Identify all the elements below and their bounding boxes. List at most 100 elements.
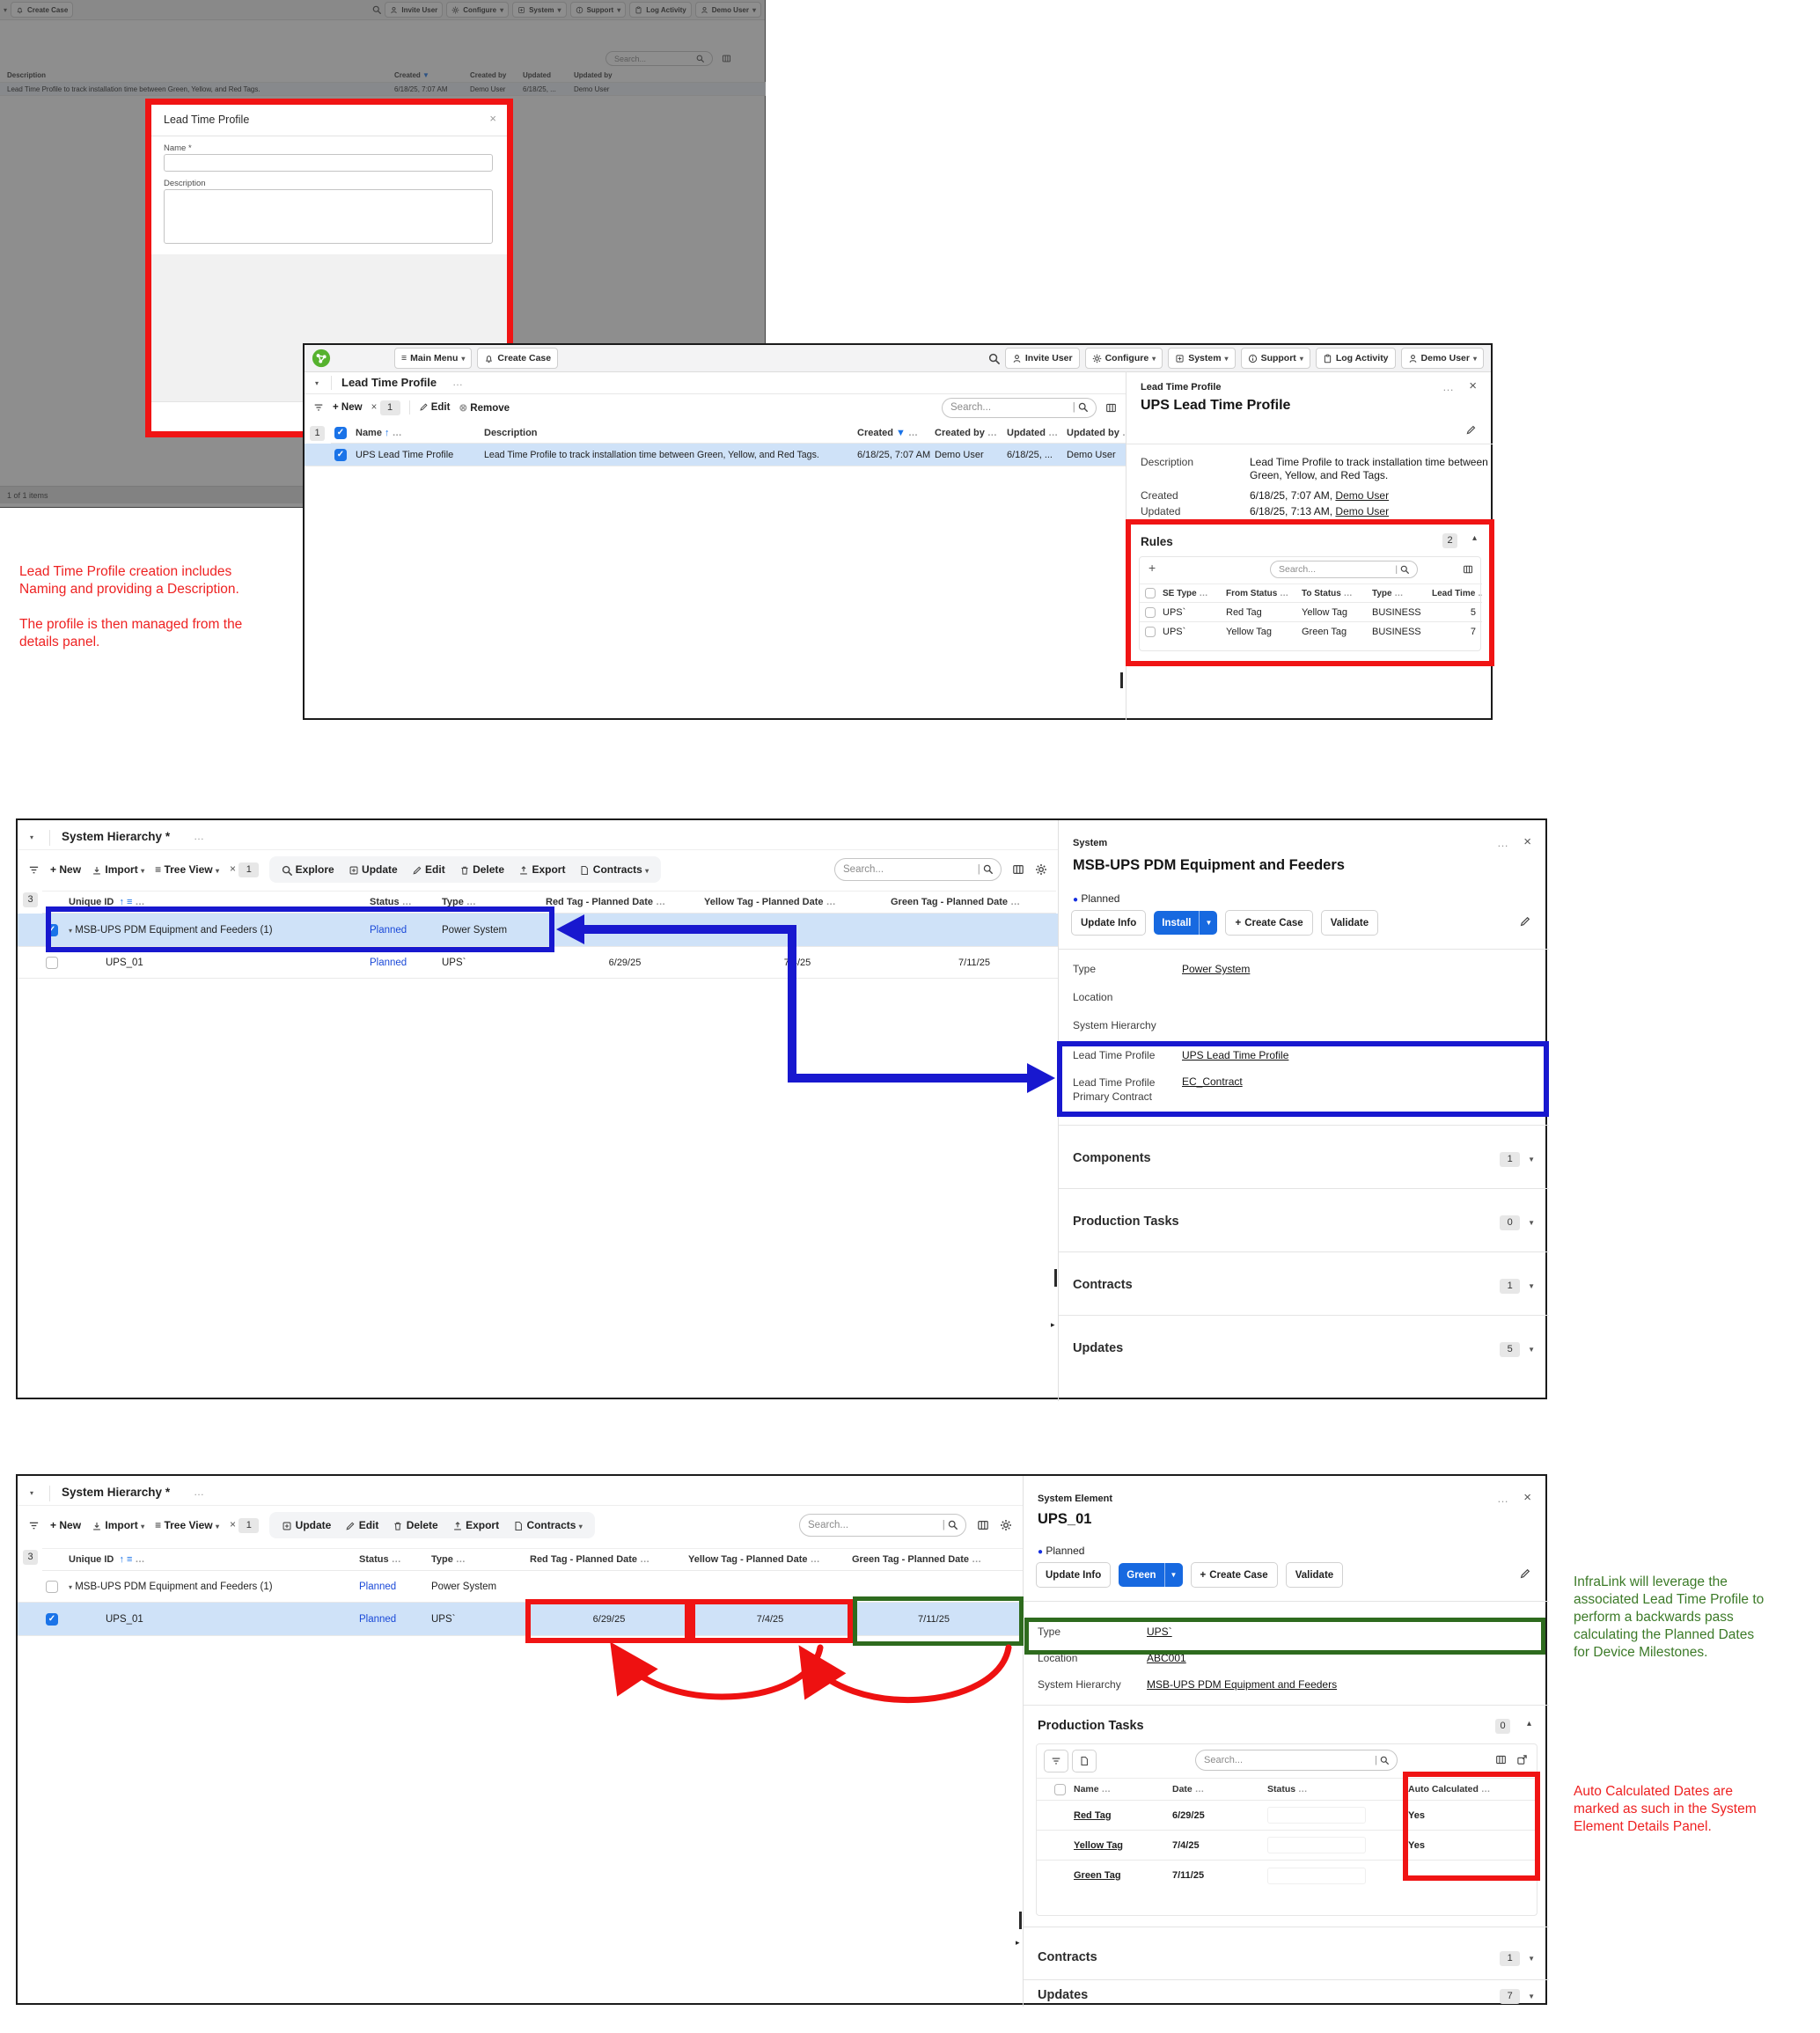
more-icon[interactable]: …	[1442, 380, 1454, 393]
col-green-tag-date[interactable]: Green Tag - Planned Date …	[891, 897, 1056, 907]
columns-icon[interactable]	[1463, 564, 1473, 575]
split-caret[interactable]: ▼	[1164, 1563, 1183, 1587]
pt-outline-button[interactable]	[1072, 1750, 1097, 1772]
col-created[interactable]: Created ▼ …	[857, 428, 935, 438]
expand-icon[interactable]: ▼	[1528, 1955, 1535, 1963]
expand-icon[interactable]: ▼	[1528, 1156, 1535, 1163]
select-all-checkbox[interactable]: ✓	[334, 427, 347, 439]
col-type[interactable]: Type …	[442, 897, 546, 907]
col-yellow-tag-date[interactable]: Yellow Tag - Planned Date …	[704, 897, 891, 907]
columns-icon[interactable]	[1495, 1754, 1507, 1765]
more-icon[interactable]: …	[194, 830, 204, 842]
type-link[interactable]: UPS`	[1147, 1626, 1172, 1638]
search-input[interactable]: Search... |	[942, 398, 1097, 418]
collapse-icon[interactable]: ▴	[1527, 1719, 1531, 1728]
gear-icon[interactable]	[1035, 863, 1047, 876]
user-menu[interactable]: Demo User▾	[1401, 348, 1484, 369]
clear-selection-button[interactable]: × 1	[371, 400, 400, 415]
search-input[interactable]: Search... |	[834, 858, 1002, 881]
contracts-menu[interactable]: Contracts ▾	[513, 1519, 583, 1531]
row-checkbox[interactable]: ✓	[334, 449, 347, 461]
search-input[interactable]: Search... |	[799, 1514, 966, 1537]
table-row-system[interactable]: ✓ ▾ MSB-UPS PDM Equipment and Feeders (1…	[18, 914, 1058, 947]
name-input[interactable]	[164, 154, 493, 172]
close-icon[interactable]: ×	[1523, 834, 1531, 849]
col-status[interactable]: Status …	[370, 897, 442, 907]
close-icon[interactable]: ×	[1469, 378, 1477, 393]
close-icon[interactable]: ×	[1523, 1490, 1531, 1505]
green-status-button[interactable]: Green▼	[1119, 1563, 1182, 1587]
expand-icon[interactable]: ▼	[1528, 1282, 1535, 1290]
user-link[interactable]: Demo User	[1335, 489, 1389, 502]
section-production-tasks[interactable]: Production Tasks 0 ▼	[1059, 1197, 1549, 1246]
collapse-icon[interactable]: ▴	[1472, 533, 1477, 543]
edit-button[interactable]: Edit	[412, 863, 445, 876]
system-menu[interactable]: System▾	[1168, 348, 1235, 369]
more-icon[interactable]: …	[1497, 1492, 1508, 1505]
description-textarea[interactable]	[164, 189, 493, 244]
status-input[interactable]	[1267, 1868, 1366, 1884]
section-contracts[interactable]: Contracts 1 ▼	[1059, 1260, 1549, 1310]
expand-icon[interactable]: ▼	[1528, 1993, 1535, 2000]
col-unique-id[interactable]: Unique ID ↑ ≡ …	[69, 1554, 359, 1565]
row-checkbox[interactable]: ✓	[46, 1613, 58, 1626]
rules-row[interactable]: UPS` Yellow Tag Green Tag BUSINESS 7	[1140, 622, 1482, 642]
columns-icon[interactable]	[1012, 863, 1024, 876]
remove-button[interactable]: ⊗ Remove	[459, 401, 510, 414]
status-input[interactable]	[1267, 1837, 1366, 1853]
close-icon[interactable]: ×	[489, 112, 496, 125]
update-button[interactable]: Update	[349, 863, 398, 876]
split-caret[interactable]: ▼	[1199, 911, 1217, 935]
col-status[interactable]: Status …	[359, 1554, 431, 1565]
expand-icon[interactable]: ▼	[1528, 1219, 1535, 1227]
update-info-button[interactable]: Update Info	[1036, 1562, 1111, 1588]
more-icon[interactable]: …	[1497, 836, 1508, 849]
table-row-ups-lead-time-profile[interactable]: ✓ UPS Lead Time Profile Lead Time Profil…	[305, 444, 1126, 466]
pt-search-input[interactable]: Search... |	[1195, 1750, 1398, 1771]
section-updates[interactable]: Updates 7 ▼	[1024, 1985, 1549, 2006]
task-link[interactable]: Green Tag	[1074, 1870, 1172, 1881]
import-menu[interactable]: Import ▾	[92, 863, 144, 876]
validate-button[interactable]: Validate	[1321, 910, 1378, 936]
explore-button[interactable]: Explore	[282, 863, 334, 876]
export-button[interactable]: Export	[518, 863, 565, 876]
col-red-tag-date[interactable]: Red Tag - Planned Date …	[530, 1554, 688, 1565]
row-checkbox[interactable]: ✓	[46, 924, 58, 936]
lead-time-profile-link[interactable]: UPS Lead Time Profile	[1182, 1049, 1288, 1061]
clear-selection-button[interactable]: × 1	[230, 1518, 259, 1533]
configure-menu[interactable]: Configure▾	[1085, 348, 1163, 369]
section-components[interactable]: Components 1 ▼	[1059, 1134, 1549, 1183]
col-description[interactable]: Description	[484, 428, 857, 438]
pt-row-red-tag[interactable]: Red Tag 6/29/25 Yes	[1037, 1801, 1537, 1831]
new-button[interactable]: + New	[50, 863, 81, 876]
section-updates[interactable]: Updates 5 ▼	[1059, 1324, 1549, 1373]
add-rule-button[interactable]: +	[1149, 561, 1156, 575]
panel-collapse-icon[interactable]: ▸	[1016, 1938, 1020, 1948]
task-link[interactable]: Red Tag	[1074, 1810, 1172, 1821]
clear-selection-button[interactable]: × 1	[230, 862, 259, 877]
open-external-icon[interactable]	[1516, 1754, 1528, 1765]
col-yellow-tag-date[interactable]: Yellow Tag - Planned Date …	[688, 1554, 852, 1565]
pencil-icon[interactable]	[1519, 915, 1531, 928]
splitter-handle[interactable]	[1054, 1269, 1057, 1287]
select-all-checkbox[interactable]	[1054, 1784, 1066, 1795]
delete-button[interactable]: Delete	[459, 863, 504, 876]
expand-icon[interactable]: ▼	[1528, 1346, 1535, 1354]
tree-view-menu[interactable]: ≡ Tree View ▾	[155, 1519, 219, 1531]
pt-row-yellow-tag[interactable]: Yellow Tag 7/4/25 Yes	[1037, 1831, 1537, 1861]
more-icon[interactable]: …	[194, 1486, 204, 1498]
filter-icon[interactable]	[28, 864, 40, 876]
pt-row-green-tag[interactable]: Green Tag 7/11/25	[1037, 1861, 1537, 1890]
col-unique-id[interactable]: Unique ID ↑ ≡ …	[69, 897, 370, 907]
col-type[interactable]: Type …	[431, 1554, 530, 1565]
columns-icon[interactable]	[977, 1519, 989, 1531]
new-button[interactable]: + New	[333, 402, 363, 413]
panel-collapse-icon[interactable]: ▸	[1051, 1320, 1055, 1330]
splitter-handle[interactable]	[1120, 672, 1123, 688]
status-input[interactable]	[1267, 1807, 1366, 1824]
update-button[interactable]: Update	[282, 1519, 331, 1531]
pt-filter-button[interactable]	[1044, 1750, 1068, 1772]
expand-icon[interactable]: ▾	[69, 1583, 72, 1591]
col-created-by[interactable]: Created by …	[935, 428, 1007, 438]
select-all-checkbox[interactable]	[1145, 588, 1156, 598]
